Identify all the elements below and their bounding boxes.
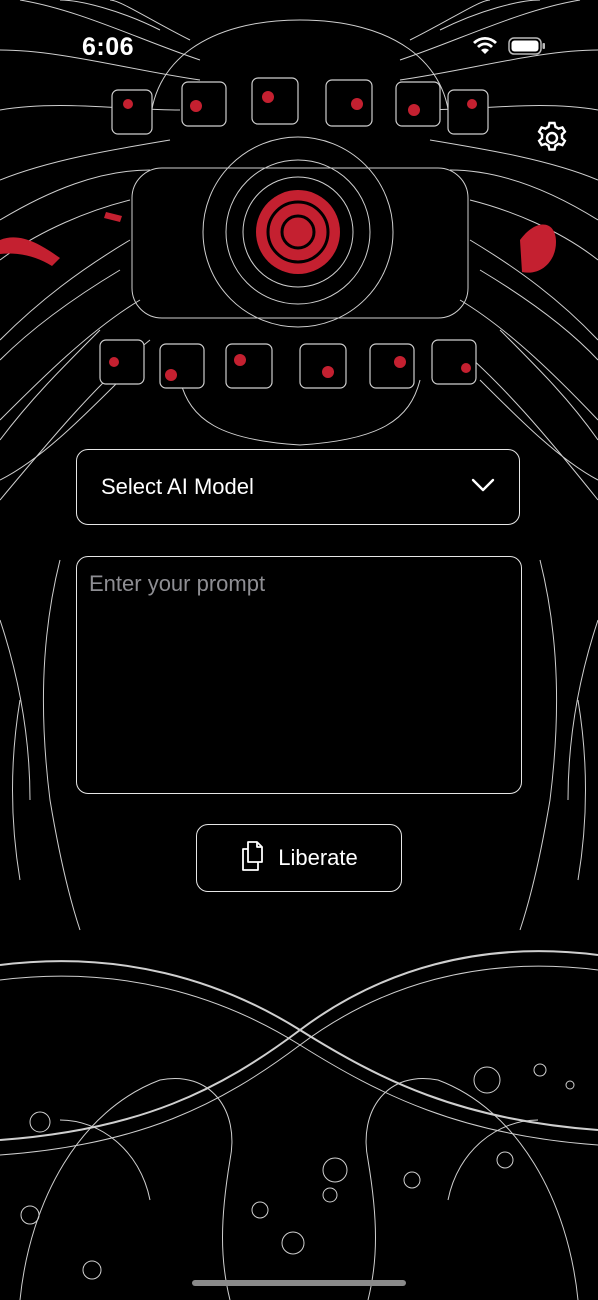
status-bar: 6:06 — [0, 0, 598, 96]
battery-icon — [508, 36, 546, 61]
model-select-dropdown[interactable]: Select AI Model — [76, 449, 520, 525]
liberate-button[interactable]: Liberate — [196, 824, 402, 892]
liberate-button-label: Liberate — [278, 845, 358, 870]
chevron-down-icon — [471, 477, 495, 498]
status-time: 6:06 — [82, 33, 135, 61]
prompt-input[interactable] — [77, 557, 521, 793]
gear-icon — [537, 121, 567, 151]
status-icons — [472, 36, 546, 61]
model-select-label: Select AI Model — [101, 474, 254, 499]
settings-button[interactable] — [531, 117, 573, 159]
home-indicator — [192, 1280, 406, 1286]
prompt-input-container — [76, 556, 522, 794]
wifi-icon — [472, 36, 498, 61]
copy-icon — [240, 840, 266, 877]
app-screen: 6:06 Select AI Model Enter your prompt L… — [0, 0, 598, 1300]
